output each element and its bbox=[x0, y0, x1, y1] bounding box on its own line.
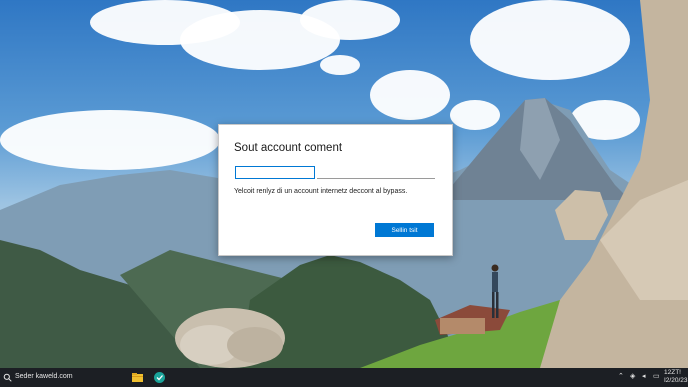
search-box[interactable]: Seder kaweld.com bbox=[15, 373, 73, 380]
dialog-title: Sout account coment bbox=[234, 142, 343, 154]
clock[interactable]: 12ZT! I2/20/23 bbox=[664, 369, 688, 385]
clock-date: I2/20/23 bbox=[664, 377, 688, 384]
taskbar: Seder kaweld.com ⌃ ◈ ◂ ▭ 12ZT! I2/20/23 bbox=[0, 368, 688, 387]
dialog-description: Yelcoit renlyz di un account internetz d… bbox=[234, 188, 408, 195]
app-teal-icon[interactable] bbox=[153, 371, 166, 384]
battery-icon[interactable]: ▭ bbox=[653, 372, 660, 380]
network-icon[interactable]: ◈ bbox=[630, 372, 635, 380]
divider bbox=[317, 178, 435, 179]
submit-button[interactable]: Sellin tsit bbox=[375, 223, 434, 237]
desktop-wallpaper: Sout account coment Yelcoit renlyz di un… bbox=[0, 0, 688, 368]
clock-time: 12ZT! bbox=[664, 369, 681, 376]
account-dialog: Sout account coment Yelcoit renlyz di un… bbox=[218, 124, 453, 256]
search-icon[interactable] bbox=[3, 373, 12, 382]
account-input[interactable] bbox=[235, 166, 315, 179]
volume-icon[interactable]: ◂ bbox=[642, 372, 646, 380]
file-explorer-icon[interactable] bbox=[131, 371, 144, 384]
chevron-up-icon[interactable]: ⌃ bbox=[618, 372, 624, 380]
